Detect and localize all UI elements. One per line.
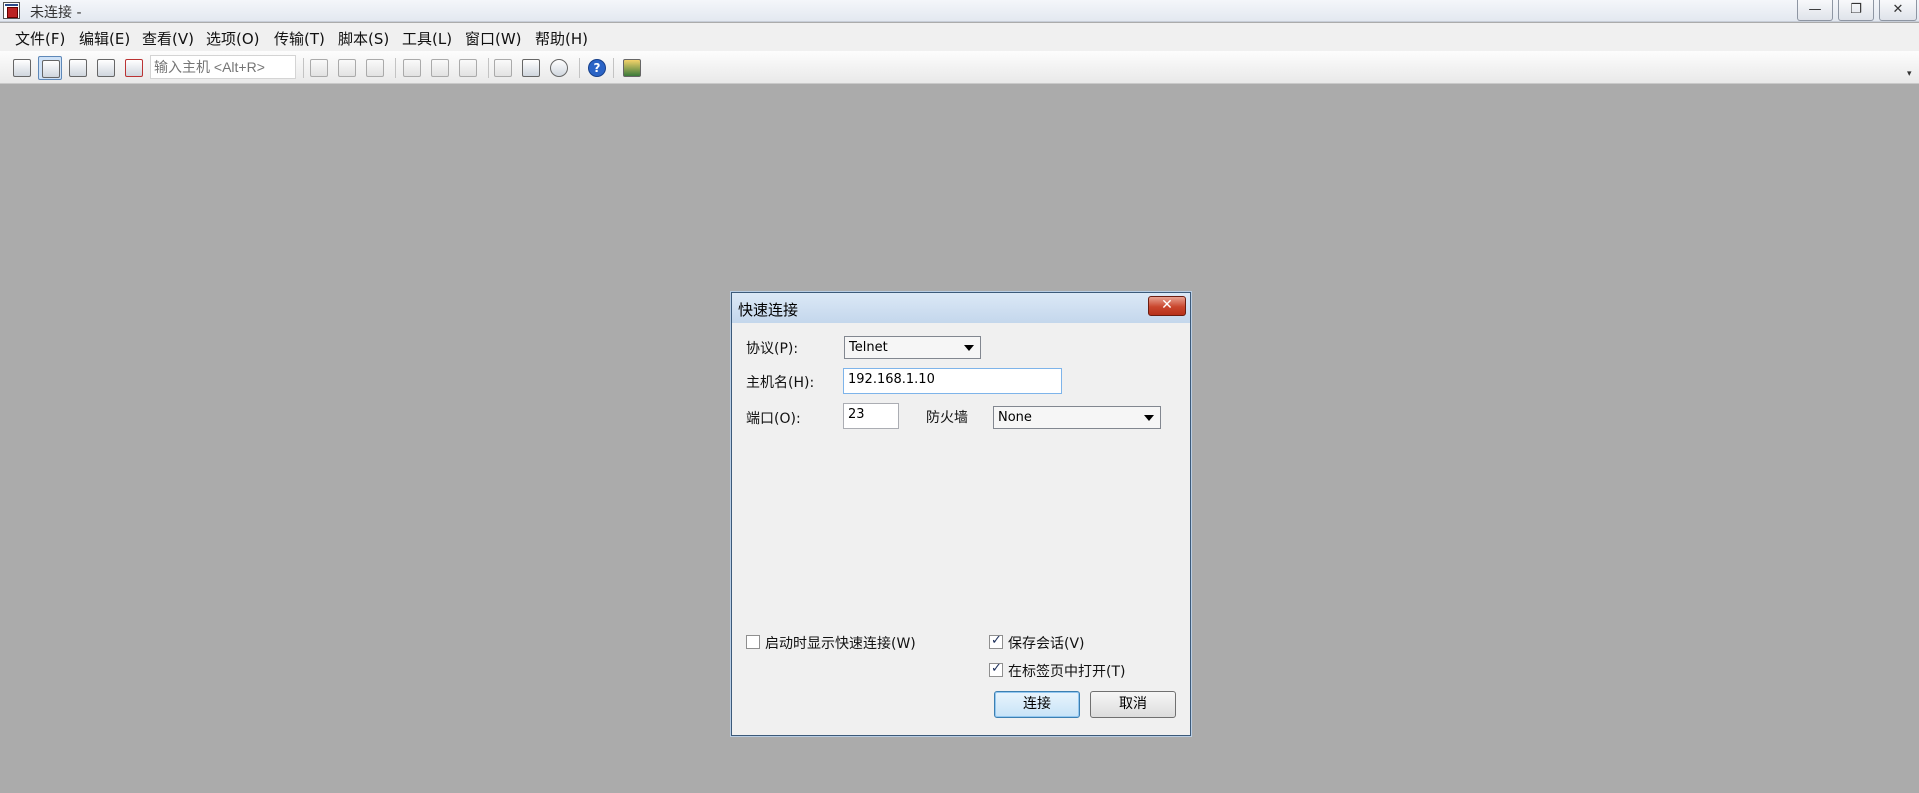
menu-window[interactable]: 窗口(W) <box>465 28 522 49</box>
menu-help[interactable]: 帮助(H) <box>535 28 588 49</box>
toolbar-overflow-icon[interactable]: ▾ <box>1907 69 1912 79</box>
close-window-button[interactable]: ✕ <box>1879 0 1917 21</box>
menu-options[interactable]: 选项(O) <box>206 28 260 49</box>
connect-button[interactable]: 连接 <box>994 691 1080 718</box>
protocol-select[interactable]: Telnet <box>844 336 981 359</box>
host-input[interactable] <box>150 55 296 79</box>
connect-in-tab-icon[interactable] <box>66 56 90 80</box>
chevron-down-icon <box>1144 415 1154 421</box>
quick-connect-dialog: 快速连接 ✕ 协议(P): Telnet 主机名(H): 192.168.1.1… <box>731 292 1191 736</box>
firewall-select[interactable]: None <box>993 406 1161 429</box>
connect-icon[interactable] <box>10 56 34 80</box>
menu-bar: 文件(F) 编辑(E) 查看(V) 选项(O) 传输(T) 脚本(S) 工具(L… <box>0 23 1919 51</box>
title-bar: 未连接 - — ❐ ✕ <box>0 0 1919 22</box>
dialog-close-button[interactable]: ✕ <box>1148 296 1186 316</box>
about-icon[interactable] <box>620 56 644 80</box>
paste-icon[interactable] <box>335 56 359 80</box>
menu-file[interactable]: 文件(F) <box>15 28 65 49</box>
port-label: 端口(O): <box>746 411 801 427</box>
toolbar-separator <box>488 58 489 78</box>
show-on-startup-label[interactable]: 启动时显示快速连接(W) <box>765 633 916 653</box>
firewall-value: None <box>998 410 1032 425</box>
app-icon[interactable] <box>3 2 20 19</box>
disconnect-icon[interactable] <box>122 56 146 80</box>
firewall-label: 防火墙 <box>926 410 968 426</box>
save-session-checkbox[interactable] <box>989 633 1003 649</box>
global-options-icon[interactable] <box>519 56 543 80</box>
window-title: 未连接 - <box>30 5 82 21</box>
port-input[interactable]: 23 <box>843 403 899 429</box>
quick-connect-icon[interactable] <box>38 56 62 80</box>
toolbar: ? ▾ <box>0 51 1919 84</box>
toolbar-separator <box>613 58 614 78</box>
open-in-tab-checkbox[interactable] <box>989 661 1003 677</box>
open-in-tab-label[interactable]: 在标签页中打开(T) <box>1008 661 1125 681</box>
protocol-label: 协议(P): <box>746 341 799 357</box>
save-session-label[interactable]: 保存会话(V) <box>1008 633 1085 653</box>
copy-icon[interactable] <box>307 56 331 80</box>
toolbar-separator <box>579 58 580 78</box>
dialog-title-bar[interactable]: 快速连接 ✕ <box>732 293 1190 323</box>
find-icon[interactable] <box>363 56 387 80</box>
chevron-down-icon <box>964 345 974 351</box>
print-icon[interactable] <box>400 56 424 80</box>
menu-transfer[interactable]: 传输(T) <box>274 28 325 49</box>
menu-view[interactable]: 查看(V) <box>142 28 194 49</box>
print-selection-icon[interactable] <box>428 56 452 80</box>
toolbar-separator <box>303 58 304 78</box>
minimize-button[interactable]: — <box>1797 0 1833 21</box>
key-manager-icon[interactable] <box>547 56 571 80</box>
menu-edit[interactable]: 编辑(E) <box>79 28 130 49</box>
show-on-startup-checkbox[interactable] <box>746 635 760 649</box>
protocol-value: Telnet <box>849 340 888 355</box>
hostname-input[interactable]: 192.168.1.10 <box>843 368 1062 394</box>
menu-script[interactable]: 脚本(S) <box>338 28 389 49</box>
toolbar-separator <box>395 58 396 78</box>
cancel-button[interactable]: 取消 <box>1090 691 1176 718</box>
session-options-icon[interactable] <box>491 56 515 80</box>
hostname-label: 主机名(H): <box>746 375 815 391</box>
dialog-title: 快速连接 <box>738 301 799 319</box>
reconnect-icon[interactable] <box>94 56 118 80</box>
restore-button[interactable]: ❐ <box>1838 0 1874 21</box>
menu-tools[interactable]: 工具(L) <box>402 28 452 49</box>
help-icon[interactable]: ? <box>585 56 609 80</box>
print-setup-icon[interactable] <box>456 56 480 80</box>
